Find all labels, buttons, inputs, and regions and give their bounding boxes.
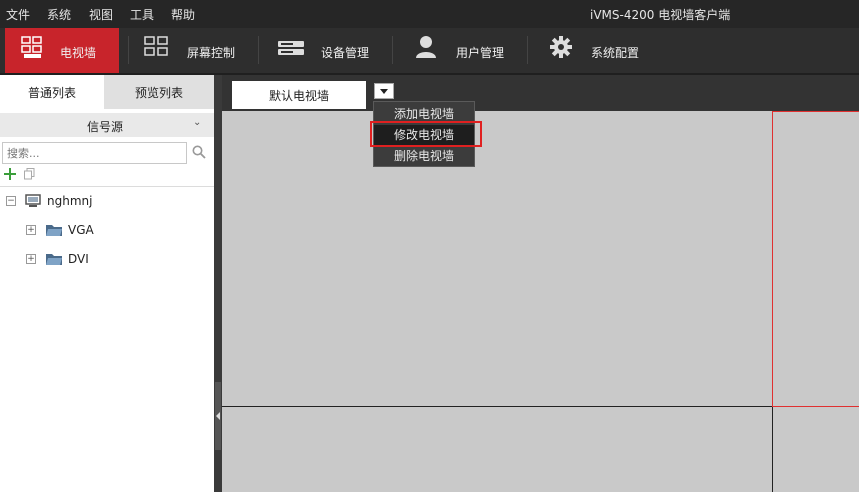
- device-icon: [277, 40, 305, 59]
- expand-icon[interactable]: +: [26, 225, 36, 235]
- tab-screen-control[interactable]: 屏幕控制: [140, 28, 260, 73]
- folder-icon: [45, 252, 63, 269]
- collapse-panel-handle[interactable]: [215, 382, 221, 450]
- tab-tv-wall[interactable]: 电视墙: [5, 28, 119, 73]
- left-panel: 普通列表 预览列表 信号源 ⌄ −: [0, 75, 214, 492]
- menu-delete-tv-wall[interactable]: 删除电视墙: [374, 146, 474, 166]
- toolbar-divider: [128, 36, 129, 64]
- arrow-left-icon: [216, 412, 220, 420]
- search-input[interactable]: [2, 142, 187, 164]
- tree-label: VGA: [68, 223, 94, 237]
- tab-normal-list[interactable]: 普通列表: [0, 75, 104, 109]
- menu-help[interactable]: 帮助: [171, 6, 195, 23]
- app-title: iVMS-4200 电视墙客户端: [590, 8, 731, 22]
- menu-view[interactable]: 视图: [89, 6, 113, 23]
- tv-wall-tab[interactable]: 默认电视墙: [232, 81, 366, 109]
- toolbar-divider: [527, 36, 528, 64]
- tab-label: 用户管理: [456, 46, 505, 60]
- tab-label: 系统配置: [591, 46, 640, 60]
- chevron-down-icon[interactable]: ⌄: [193, 117, 201, 128]
- tab-system-config[interactable]: 系统配置: [545, 28, 655, 73]
- module-toolbar: 电视墙 屏幕控制 设备管理 用户管理 系统配置: [0, 28, 859, 73]
- toolbar-divider: [392, 36, 393, 64]
- tab-user-management[interactable]: 用户管理: [410, 28, 524, 73]
- tv-wall-icon: [21, 36, 43, 63]
- gear-icon: [550, 36, 572, 61]
- wall-grid-line: [222, 406, 859, 407]
- tree-item-dvi[interactable]: + DVI: [26, 251, 206, 269]
- list-tabs: 普通列表 预览列表: [0, 75, 214, 109]
- menu-system[interactable]: 系统: [47, 6, 71, 23]
- collapse-icon[interactable]: −: [6, 196, 16, 206]
- tab-preview-list[interactable]: 预览列表: [106, 75, 212, 109]
- tab-label: 电视墙: [60, 46, 97, 60]
- section-title: 信号源: [87, 120, 124, 134]
- expand-icon[interactable]: +: [26, 254, 36, 264]
- annotation-highlight: [370, 121, 482, 147]
- tv-wall-canvas[interactable]: [222, 111, 859, 492]
- user-icon: [415, 35, 437, 62]
- tree-label: nghmnj: [47, 194, 93, 208]
- divider: [0, 186, 214, 187]
- add-icon[interactable]: [4, 168, 16, 183]
- monitor-icon: [25, 194, 41, 211]
- tv-wall-dropdown-button[interactable]: [374, 83, 394, 99]
- toolbar-divider: [258, 36, 259, 64]
- tree-item-device[interactable]: − nghmnj: [6, 193, 206, 211]
- tab-label: 屏幕控制: [187, 46, 236, 60]
- signal-source-header[interactable]: 信号源 ⌄: [0, 113, 214, 137]
- tree-label: DVI: [68, 252, 89, 266]
- folder-icon: [45, 223, 63, 240]
- menu-tools[interactable]: 工具: [130, 6, 154, 23]
- search-icon[interactable]: [192, 145, 206, 162]
- caret-down-icon: [380, 89, 388, 94]
- tab-label: 设备管理: [321, 46, 370, 60]
- selected-screen-outline: [772, 111, 859, 407]
- copy-icon[interactable]: [24, 168, 35, 183]
- tree-item-vga[interactable]: + VGA: [26, 222, 206, 240]
- menu-file[interactable]: 文件: [6, 6, 30, 23]
- tab-device-management[interactable]: 设备管理: [274, 28, 390, 73]
- screen-grid-icon: [144, 36, 168, 61]
- menu-bar: 文件 系统 视图 工具 帮助 iVMS-4200 电视墙客户端: [0, 0, 859, 28]
